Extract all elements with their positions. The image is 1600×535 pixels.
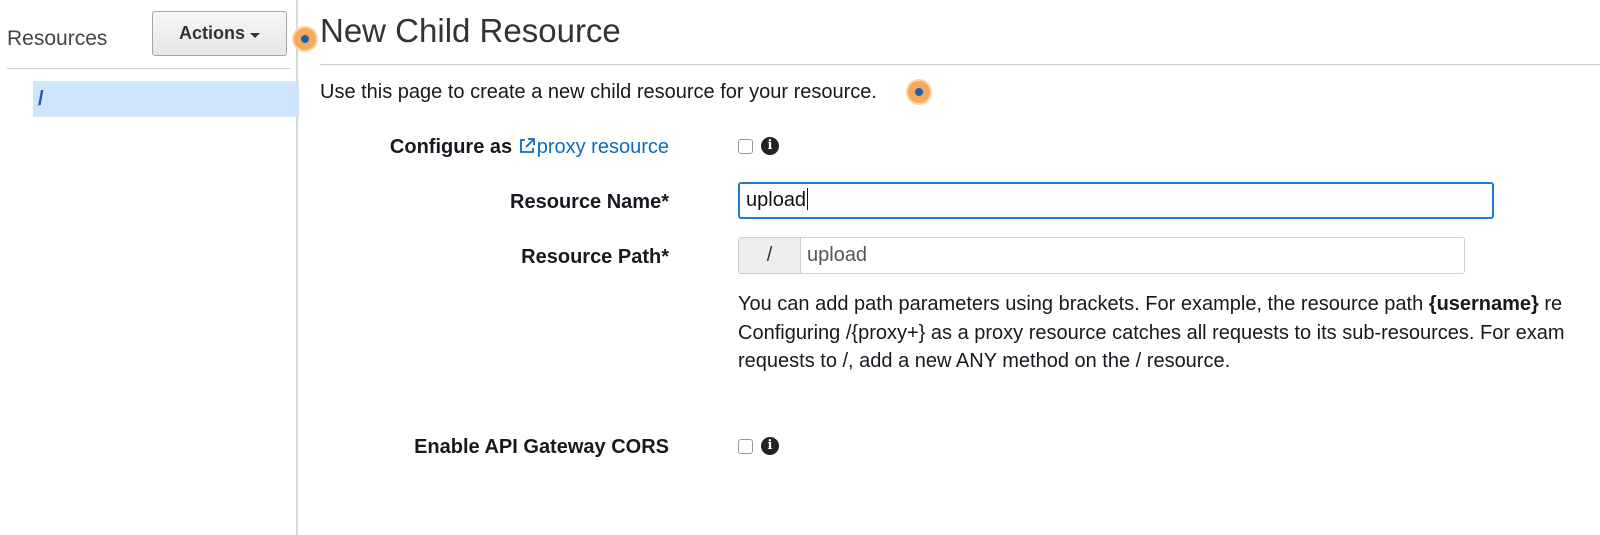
- help-line-1: You can add path parameters using bracke…: [738, 290, 1565, 319]
- proxy-resource-link[interactable]: proxy resource: [518, 136, 669, 158]
- resource-path-prefix: /: [739, 238, 801, 273]
- help-line-2: Configuring /{proxy+} as a proxy resourc…: [738, 321, 1565, 344]
- path-help-text: You can add path parameters using bracke…: [738, 290, 1565, 376]
- info-icon[interactable]: i: [761, 437, 779, 455]
- text-cursor: [807, 188, 809, 210]
- help-line-1-start: You can add path parameters using bracke…: [738, 293, 1429, 315]
- hotspot-icon[interactable]: [294, 28, 316, 50]
- proxy-resource-checkbox[interactable]: [738, 139, 753, 154]
- help-line-1-end: re: [1538, 293, 1563, 315]
- external-link-icon: [519, 138, 535, 153]
- page-title: New Child Resource: [320, 12, 621, 49]
- title-divider: [320, 64, 1600, 65]
- proxy-label-prefix: Configure as: [389, 136, 513, 158]
- resources-sidebar: Resources Actions /: [0, 0, 299, 535]
- resource-name-value: upload: [746, 189, 807, 211]
- sidebar-title: Resources: [7, 27, 108, 50]
- resource-name-input[interactable]: upload: [738, 182, 1494, 219]
- sidebar-divider: [7, 68, 290, 69]
- help-line-3: requests to /, add a new ANY method on t…: [738, 350, 1231, 372]
- hotspot-icon[interactable]: [908, 81, 930, 103]
- resource-path-label: Resource Path*: [521, 246, 669, 268]
- proxy-resource-label: Configure as proxy resource: [390, 136, 669, 159]
- intro-text-content: Use this page to create a new child reso…: [320, 81, 877, 103]
- cors-label: Enable API Gateway CORS: [414, 436, 669, 458]
- actions-button[interactable]: Actions: [152, 11, 287, 56]
- resource-path-field[interactable]: / upload: [738, 237, 1465, 274]
- info-icon[interactable]: i: [761, 137, 779, 155]
- caret-down-icon: [250, 32, 260, 38]
- actions-button-label: Actions: [178, 23, 245, 43]
- resource-name-label: Resource Name*: [510, 191, 669, 213]
- proxy-link-text: proxy resource: [536, 136, 669, 158]
- resource-path-input[interactable]: upload: [801, 238, 1464, 273]
- resource-tree-item-root[interactable]: /: [33, 81, 299, 117]
- cors-checkbox[interactable]: [738, 439, 753, 454]
- intro-text: Use this page to create a new child reso…: [320, 81, 877, 104]
- help-line-1-bold: {username}: [1428, 293, 1539, 315]
